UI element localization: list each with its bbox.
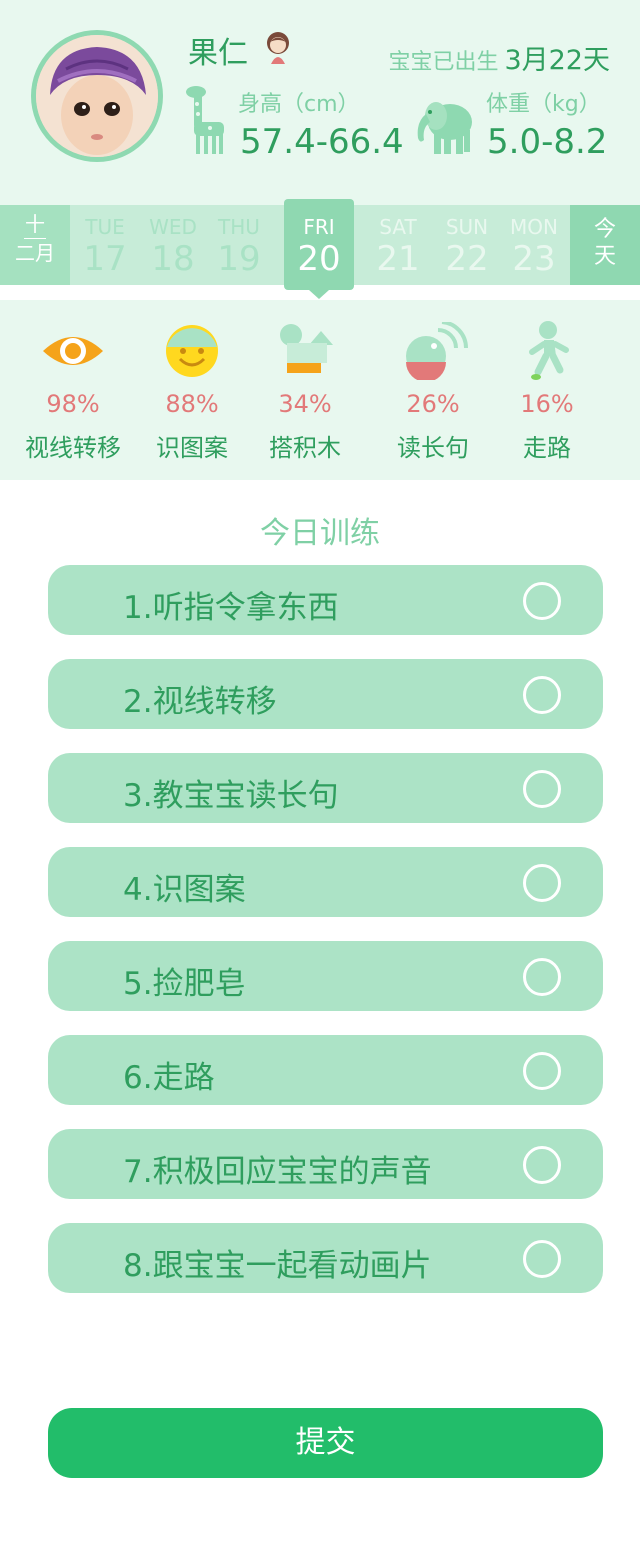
task-checkbox[interactable] (523, 958, 561, 996)
height-label: 身高（cm） (238, 92, 360, 117)
stat-percent: 34% (278, 390, 332, 418)
training-title: 今日训练 (260, 516, 380, 551)
stat-label: 视线转移 (25, 434, 121, 462)
walking-icon (482, 321, 612, 380)
month-label-bottom: 二月 (15, 241, 55, 265)
calendar-day[interactable]: SUN 22 (433, 205, 501, 285)
today-button-top: 今 (593, 217, 616, 242)
task-label: 4.识图案 (123, 872, 246, 908)
task-checkbox[interactable] (523, 1240, 561, 1278)
submit-button[interactable]: 提交 (48, 1408, 603, 1478)
stat-label: 走路 (523, 434, 571, 462)
task-label: 5.捡肥皂 (123, 966, 246, 1002)
task-item[interactable]: 4.识图案 (48, 847, 603, 917)
date-number: 21 (376, 239, 420, 279)
stat-label: 搭积木 (269, 434, 341, 462)
task-checkbox[interactable] (523, 1146, 561, 1184)
weekday-label: THU (218, 215, 260, 239)
task-item[interactable]: 6.走路 (48, 1035, 603, 1105)
smiley-icon (127, 322, 257, 380)
stat-percent: 98% (46, 390, 100, 418)
month-divider (24, 238, 46, 239)
month-label[interactable]: 十 二月 (0, 205, 70, 285)
task-checkbox[interactable] (523, 770, 561, 808)
elephant-icon (414, 92, 476, 160)
stat-label: 读长句 (397, 434, 469, 462)
date-number: 20 (297, 239, 341, 279)
skill-stats: 98% 视线转移 88% 识图案 34% 搭积木 26% 读长句 16% 走路 (0, 300, 640, 480)
born-label: 宝宝已出生 (388, 50, 499, 75)
weekday-label: TUE (85, 215, 125, 239)
task-item[interactable]: 1.听指令拿东西 (48, 565, 603, 635)
task-item[interactable]: 8.跟宝宝一起看动画片 (48, 1223, 603, 1293)
stat-percent: 88% (165, 390, 219, 418)
weight-label: 体重（kg） (486, 92, 601, 117)
girl-icon (263, 30, 293, 68)
height-value: 57.4-66.4 (240, 122, 404, 162)
born-days: 3月22天 (504, 45, 610, 76)
date-number: 17 (83, 239, 127, 279)
task-label: 3.教宝宝读长句 (123, 778, 339, 814)
speaking-icon (368, 322, 498, 380)
task-label: 2.视线转移 (123, 684, 277, 720)
stat-label: 识图案 (156, 434, 228, 462)
weekday-label: WED (149, 215, 197, 239)
date-number: 18 (151, 239, 195, 279)
month-label-top: 十 (25, 212, 45, 236)
task-item[interactable]: 5.捡肥皂 (48, 941, 603, 1011)
profile-header: 果仁 宝宝已出生 3月22天 身高（cm） 57.4-66.4 体重（kg） 5… (0, 0, 640, 205)
task-item[interactable]: 2.视线转移 (48, 659, 603, 729)
baby-name: 果仁 (188, 36, 248, 71)
weekday-label: SAT (379, 215, 417, 239)
calendar-day[interactable]: MON 23 (500, 205, 568, 285)
calendar-day[interactable]: THU 19 (205, 205, 273, 285)
task-label: 6.走路 (123, 1060, 215, 1096)
task-item[interactable]: 7.积极回应宝宝的声音 (48, 1129, 603, 1199)
date-number: 19 (217, 239, 261, 279)
today-button[interactable]: 今 天 (570, 205, 640, 285)
task-label: 1.听指令拿东西 (123, 590, 339, 626)
stat-percent: 26% (406, 390, 460, 418)
calendar-day[interactable]: WED 18 (139, 205, 207, 285)
giraffe-icon (184, 84, 228, 160)
calendar-day-selected[interactable]: FRI 20 (284, 199, 354, 290)
weekday-label: SUN (445, 215, 489, 239)
calendar-day[interactable]: SAT 21 (364, 205, 432, 285)
avatar[interactable] (31, 30, 163, 162)
blocks-icon (240, 322, 370, 380)
date-number: 22 (445, 239, 489, 279)
date-number: 23 (512, 239, 556, 279)
today-button-bottom: 天 (593, 244, 616, 269)
stat-percent: 16% (520, 390, 574, 418)
calendar-day[interactable]: TUE 17 (71, 205, 139, 285)
baby-photo (36, 35, 158, 157)
task-checkbox[interactable] (523, 676, 561, 714)
weekday-label: MON (510, 215, 558, 239)
task-checkbox[interactable] (523, 864, 561, 902)
weight-value: 5.0-8.2 (487, 122, 608, 162)
task-checkbox[interactable] (523, 1052, 561, 1090)
task-label: 8.跟宝宝一起看动画片 (123, 1248, 432, 1284)
weekday-label: FRI (303, 215, 335, 239)
task-checkbox[interactable] (523, 582, 561, 620)
born-info: 宝宝已出生 3月22天 (388, 38, 610, 77)
eye-icon (8, 322, 138, 380)
task-item[interactable]: 3.教宝宝读长句 (48, 753, 603, 823)
task-label: 7.积极回应宝宝的声音 (123, 1154, 432, 1190)
selected-day-pointer (309, 290, 329, 299)
